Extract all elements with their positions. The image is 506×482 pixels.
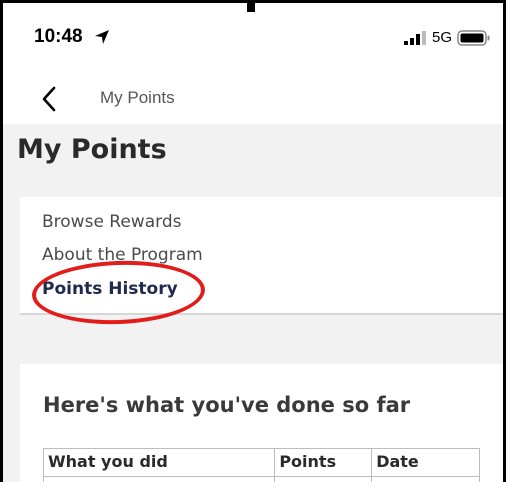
table-cell [371, 476, 480, 482]
history-title: Here's what you've done so far [43, 393, 411, 417]
table-row [42, 476, 480, 482]
battery-icon [457, 30, 490, 46]
history-table: What you did Points Date [42, 448, 480, 482]
frame-border-top [252, 0, 506, 3]
nav-title: My Points [100, 88, 175, 107]
phone-screen: 10:48 5G My Points My Points Browse Rewa… [0, 0, 506, 482]
page-title: My Points [17, 134, 167, 165]
frame-border-top [0, 0, 252, 3]
frame-divider [247, 0, 255, 12]
menu-item-browse-rewards[interactable]: Browse Rewards [42, 212, 181, 232]
chevron-left-icon[interactable] [38, 85, 62, 113]
column-header-what: What you did [42, 448, 276, 477]
signal-bars-icon [404, 31, 426, 45]
table-cell [42, 476, 276, 482]
table-cell [274, 476, 373, 482]
column-header-points: Points [274, 448, 373, 477]
status-time: 10:48 [34, 26, 83, 47]
location-arrow-icon [95, 30, 109, 44]
table-header-row: What you did Points Date [42, 448, 480, 477]
column-header-date: Date [371, 448, 480, 477]
network-type: 5G [432, 29, 453, 46]
